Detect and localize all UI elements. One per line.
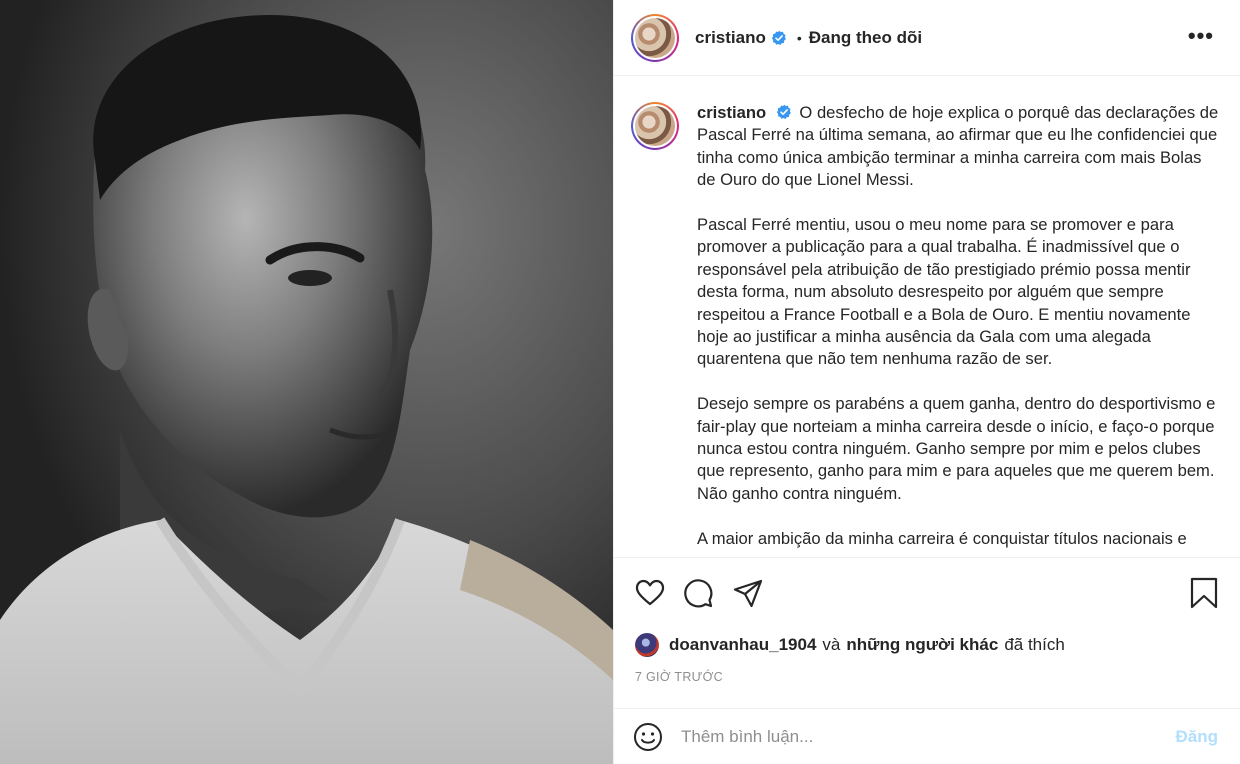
bookmark-icon[interactable] — [1188, 577, 1220, 609]
caption-paragraph: cristiano O desfecho de hoje explica o p… — [697, 102, 1220, 192]
header-user-info: cristiano • Đang theo dõi — [695, 28, 922, 48]
likes-conjunction: và — [822, 634, 841, 654]
verified-badge-icon — [771, 30, 786, 45]
caption-paragraph: Pascal Ferré mentiu, usou o meu nome par… — [697, 215, 1191, 369]
comment-input[interactable] — [681, 726, 1176, 747]
liker-username[interactable]: doanvanhau_1904 — [669, 635, 816, 655]
post-timestamp[interactable]: 7 GIỜ TRƯỚC — [614, 661, 1240, 693]
verified-badge-icon — [776, 104, 791, 119]
comments-section[interactable]: cristiano O desfecho de hoje explica o p… — [614, 76, 1240, 558]
post-photo[interactable] — [0, 0, 613, 764]
likes-suffix: đã thích — [1004, 634, 1065, 654]
likes-summary: doanvanhau_1904 và những người khác đã t… — [614, 628, 1240, 661]
others-link[interactable]: những người khác — [846, 635, 998, 655]
author-username[interactable]: cristiano — [695, 28, 766, 48]
caption-paragraph: A maior ambição da minha carreira é conq… — [697, 528, 1187, 548]
comment-icon[interactable] — [682, 577, 714, 609]
avatar-image — [635, 17, 675, 58]
heart-icon[interactable] — [634, 577, 666, 609]
share-icon[interactable] — [732, 577, 764, 609]
action-bar — [614, 558, 1240, 628]
comment-composer: Đăng — [614, 708, 1240, 764]
caption-author-avatar[interactable] — [631, 102, 679, 150]
post-comment-button[interactable]: Đăng — [1176, 727, 1219, 747]
post-header: cristiano • Đang theo dõi ••• — [614, 0, 1240, 76]
portrait-image — [0, 0, 613, 764]
instagram-post: cristiano • Đang theo dõi ••• cristiano — [0, 0, 1240, 764]
emoji-icon[interactable] — [633, 722, 663, 752]
separator-dot: • — [796, 29, 802, 46]
more-options-icon[interactable]: ••• — [1188, 25, 1214, 47]
caption-username[interactable]: cristiano — [697, 103, 766, 122]
liker-avatar[interactable] — [635, 632, 659, 657]
avatar-frame — [633, 15, 677, 60]
post-caption: cristiano O desfecho de hoje explica o p… — [697, 102, 1220, 557]
author-avatar[interactable] — [631, 13, 679, 62]
caption-paragraph: Desejo sempre os parabéns a quem ganha, … — [697, 394, 1216, 503]
post-sidebar: cristiano • Đang theo dõi ••• cristiano — [613, 0, 1240, 764]
following-button[interactable]: Đang theo dõi — [809, 28, 922, 48]
avatar-frame — [633, 104, 677, 148]
avatar-image — [635, 106, 675, 146]
